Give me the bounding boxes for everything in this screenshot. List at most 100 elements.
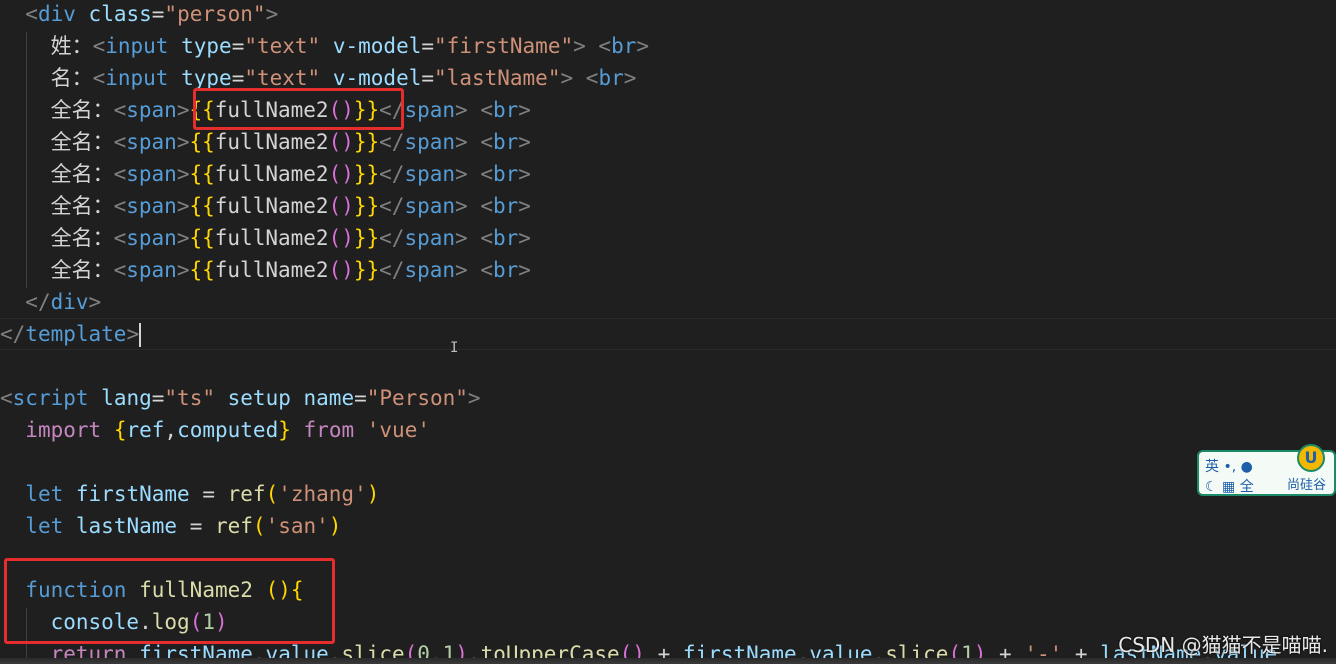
- code-token: <: [480, 98, 493, 122]
- code-token: =: [189, 482, 228, 506]
- code-token: >: [176, 258, 190, 282]
- code-token: <: [113, 162, 127, 186]
- code-token: ref: [227, 482, 266, 506]
- code-line[interactable]: 全名：<span>{{fullName2()}}</span> <br>: [0, 158, 531, 190]
- code-token: let: [25, 514, 64, 538]
- code-token: 'zhang': [278, 482, 367, 506]
- code-line[interactable]: 姓：<input type="text" v-model="firstName"…: [0, 30, 649, 62]
- code-token: name: [303, 386, 355, 410]
- code-token: 'san': [265, 514, 329, 538]
- brand-label: 尚硅谷: [1287, 478, 1327, 493]
- code-line[interactable]: 全名：<span>{{fullName2()}}</span> <br>: [0, 254, 531, 286]
- code-token: <: [92, 66, 106, 90]
- code-token: =: [177, 514, 215, 538]
- code-line[interactable]: 全名：<span>{{fullName2()}}</span> <br>: [0, 222, 531, 254]
- code-token: </: [379, 162, 405, 186]
- code-token: "firstName": [434, 34, 574, 58]
- code-token: 名：: [0, 66, 93, 90]
- code-token: <: [585, 66, 599, 90]
- code-token: class: [88, 2, 152, 26]
- code-token: 'vue': [366, 418, 430, 442]
- code-token: lang: [101, 386, 152, 410]
- code-token: fullName2: [214, 258, 329, 282]
- ime-width-label[interactable]: 全: [1240, 479, 1254, 495]
- code-token: br: [493, 226, 519, 250]
- code-editor[interactable]: <div class="person"> 姓：<input type="text…: [0, 0, 1336, 664]
- code-line[interactable]: </div>: [0, 286, 101, 318]
- code-token: 全名：: [0, 98, 114, 122]
- code-token: span: [404, 130, 456, 154]
- code-line[interactable]: 全名：<span>{{fullName2()}}</span> <br>: [0, 190, 531, 222]
- code-token: >: [518, 98, 531, 122]
- code-token: {{: [189, 258, 215, 282]
- horizontal-scrollbar[interactable]: [0, 658, 1336, 664]
- code-line[interactable]: <div class="person">: [0, 0, 278, 30]
- moon-icon[interactable]: ☾: [1205, 479, 1218, 495]
- user-icon[interactable]: ●: [1241, 459, 1253, 475]
- code-token: {{: [189, 130, 215, 154]
- code-token: ref: [214, 514, 253, 538]
- code-token: "lastName": [434, 66, 561, 90]
- code-token: =: [151, 2, 165, 26]
- code-token: "Person": [366, 386, 468, 410]
- code-token: "text": [244, 66, 321, 90]
- code-token: span: [126, 226, 177, 250]
- code-token: <: [113, 98, 127, 122]
- code-token: computed: [177, 418, 279, 442]
- code-token: let: [25, 482, 64, 506]
- code-token: >: [176, 162, 190, 186]
- code-token: fullName2: [214, 194, 329, 218]
- code-token: br: [611, 34, 637, 58]
- ime-punct-label[interactable]: •,: [1223, 459, 1236, 475]
- current-line-highlight: [0, 318, 1336, 350]
- code-token: >: [518, 162, 531, 186]
- code-line[interactable]: import {ref,computed} from 'vue': [0, 414, 430, 446]
- code-token: br: [493, 98, 519, 122]
- code-line[interactable]: <script lang="ts" setup name="Person">: [0, 382, 481, 414]
- code-token: }}: [353, 226, 380, 250]
- code-token: br: [493, 130, 519, 154]
- code-token: input: [105, 34, 169, 58]
- code-token: script: [12, 386, 89, 410]
- code-token: >: [265, 2, 279, 26]
- code-token: span: [404, 194, 456, 218]
- code-token: (): [328, 194, 354, 218]
- code-token: {: [113, 418, 127, 442]
- code-token: fullName2: [214, 130, 329, 154]
- code-token: 全名：: [0, 258, 114, 282]
- code-token: 全名：: [0, 162, 114, 186]
- code-line[interactable]: let firstName = ref('zhang'): [0, 478, 379, 510]
- code-token: span: [126, 130, 177, 154]
- text-caret: [139, 323, 142, 347]
- code-token: <: [480, 130, 493, 154]
- code-token: ): [366, 482, 380, 506]
- code-token: =: [231, 66, 245, 90]
- code-token: 全名：: [0, 130, 114, 154]
- code-token: <: [480, 258, 493, 282]
- code-token: br: [598, 66, 624, 90]
- code-line[interactable]: let lastName = ref('san'): [0, 510, 341, 542]
- code-token: >: [518, 226, 531, 250]
- code-token: >: [623, 66, 637, 90]
- grid-icon[interactable]: ▦: [1222, 479, 1235, 495]
- code-token: >: [455, 258, 468, 282]
- code-token: <: [0, 386, 13, 410]
- ime-mode-label[interactable]: 英: [1205, 459, 1219, 475]
- code-line[interactable]: 全名：<span>{{fullName2()}}</span> <br>: [0, 126, 531, 158]
- code-token: ,: [164, 418, 178, 442]
- code-token: <: [113, 226, 127, 250]
- code-line[interactable]: </template>: [0, 318, 142, 350]
- code-token: >: [126, 322, 140, 346]
